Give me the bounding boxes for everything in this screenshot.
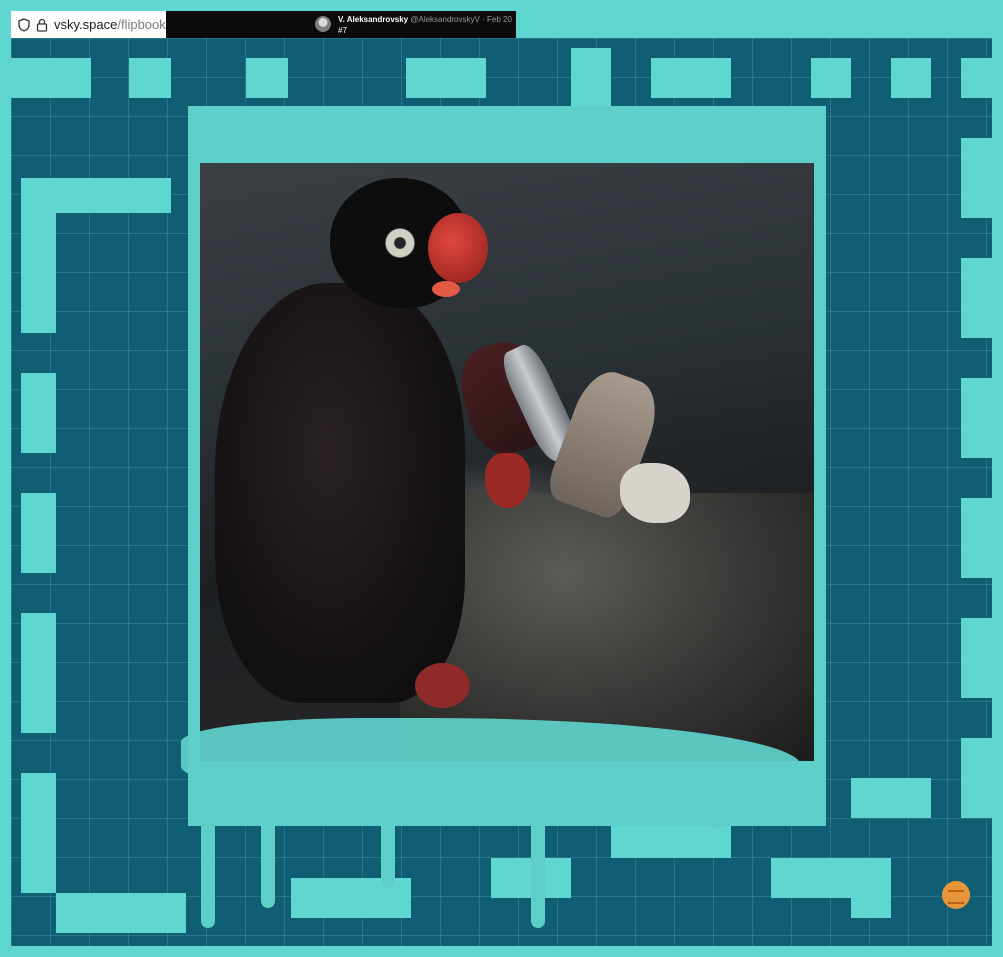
pixel-block: [811, 58, 851, 98]
address-bar[interactable]: vsky.space/flipbook/: [11, 11, 169, 38]
paint-drip: [261, 778, 275, 908]
paint-drip: [711, 768, 725, 828]
pixel-block: [961, 738, 992, 818]
pixel-block: [961, 618, 992, 698]
pixel-block: [246, 58, 288, 98]
pixel-block: [651, 58, 731, 98]
tweet-date[interactable]: Feb 20: [487, 15, 512, 24]
pixel-block: [21, 773, 56, 853]
flipbook-stage: [11, 38, 992, 946]
pixel-block: [571, 48, 611, 108]
pixel-block: [851, 858, 891, 918]
pixel-block: [961, 58, 992, 98]
pixel-block: [56, 893, 186, 933]
paint-drip: [531, 778, 545, 928]
pixel-block: [406, 58, 486, 98]
figure-body: [215, 283, 465, 703]
tweet-meta: V. Aleksandrovsky @AleksandrovskyV · Feb…: [338, 15, 512, 25]
pixel-block: [21, 613, 56, 733]
pixel-block: [21, 853, 56, 893]
pixel-block: [21, 373, 56, 453]
pixel-block: [891, 58, 931, 98]
pixel-block: [21, 493, 56, 573]
pixel-block: [21, 213, 56, 333]
tweet-header[interactable]: V. Aleksandrovsky @AleksandrovskyV · Feb…: [166, 11, 516, 38]
author-name[interactable]: V. Aleksandrovsky: [338, 15, 408, 24]
shield-icon[interactable]: [18, 16, 30, 34]
lock-icon: [36, 16, 48, 34]
separator: ·: [482, 15, 485, 24]
figure-hand: [485, 453, 530, 508]
paint-drip: [201, 778, 215, 928]
author-handle: @AleksandrovskyV: [410, 15, 480, 24]
figure-mask: [428, 213, 488, 283]
pixel-block: [11, 58, 91, 98]
pixel-block: [961, 258, 992, 338]
pixel-block: [961, 498, 992, 578]
pixel-block: [851, 778, 931, 818]
pixel-block: [961, 138, 992, 218]
figure-lip: [432, 281, 460, 297]
pixel-block: [129, 58, 171, 98]
figure-foot: [620, 463, 690, 523]
url-text[interactable]: vsky.space/flipbook/: [54, 17, 169, 32]
figure-eye: [385, 228, 415, 258]
pixel-block: [961, 378, 992, 458]
site-logo-icon[interactable]: [942, 881, 970, 909]
artwork[interactable]: [200, 163, 814, 761]
figure-hand: [415, 663, 470, 708]
tweet-text: #7: [338, 26, 347, 35]
paint-drip: [381, 778, 395, 888]
pixel-block: [21, 178, 171, 213]
pixel-block: [771, 858, 851, 898]
avatar[interactable]: [315, 16, 331, 32]
